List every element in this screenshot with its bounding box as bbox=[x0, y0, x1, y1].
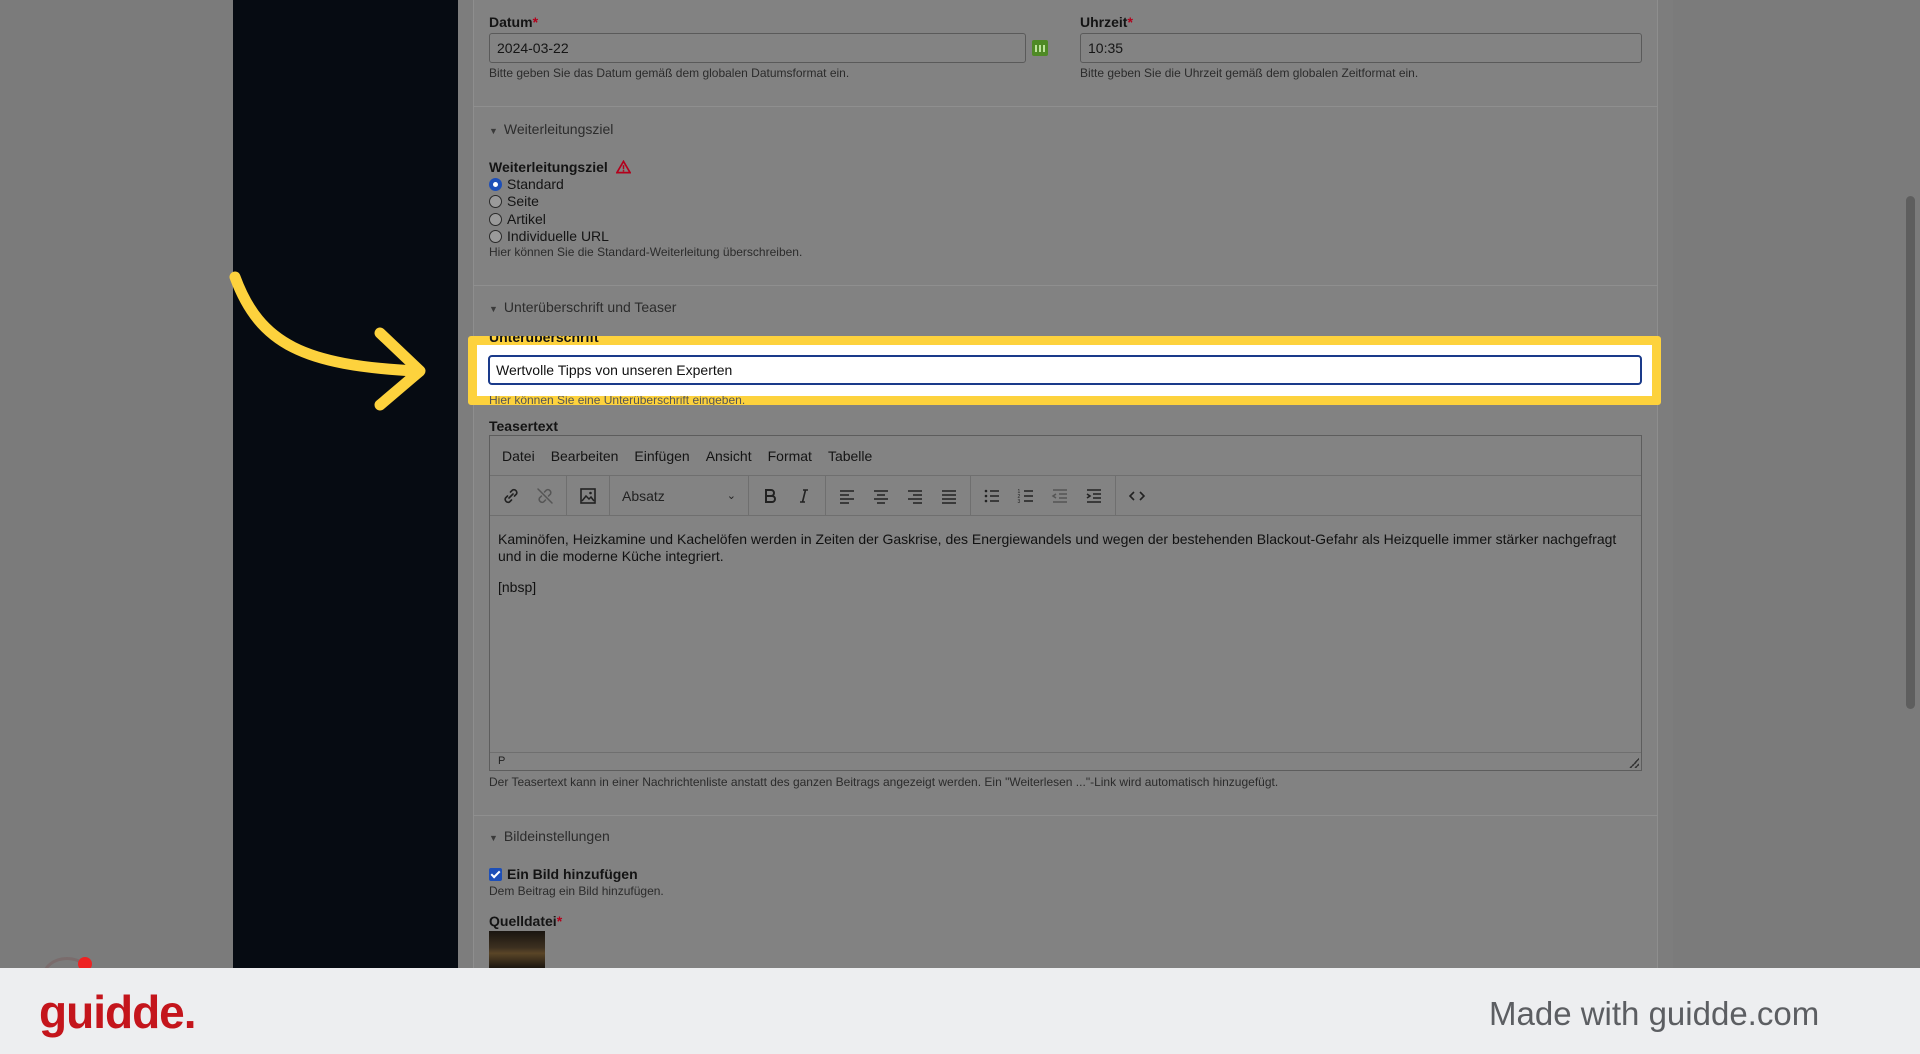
guidde-logo: guidde. bbox=[39, 986, 197, 1038]
radio-button-selected[interactable] bbox=[489, 177, 502, 191]
radio-individuelle-url[interactable]: Individuelle URL bbox=[489, 228, 609, 244]
toolbar-group-text bbox=[749, 476, 826, 515]
subheadline-input[interactable] bbox=[488, 355, 1642, 385]
subheadline-help-clip: Hier können Sie eine Unterüberschrift ei… bbox=[489, 396, 745, 405]
add-image-checkbox[interactable] bbox=[489, 867, 502, 881]
bullet-list-icon[interactable] bbox=[975, 480, 1009, 512]
radio-button[interactable] bbox=[489, 212, 502, 226]
divider bbox=[473, 285, 1658, 286]
image-legend[interactable]: ▼ Bildeinstellungen bbox=[489, 828, 610, 844]
align-center-icon[interactable] bbox=[864, 480, 898, 512]
made-with-text: Made with guidde.com bbox=[1489, 995, 1820, 1032]
collapse-triangle-icon: ▼ bbox=[489, 833, 498, 843]
add-image-help: Dem Beitrag ein Bild hinzufügen. bbox=[489, 884, 664, 898]
subheadline-help: Hier können Sie eine Unterüberschrift ei… bbox=[489, 396, 746, 405]
menu-format[interactable]: Format bbox=[768, 448, 812, 464]
numbered-list-icon[interactable]: 123 bbox=[1009, 480, 1043, 512]
svg-text:3: 3 bbox=[1018, 499, 1021, 505]
divider bbox=[473, 106, 1658, 107]
resize-handle-icon[interactable] bbox=[1629, 758, 1639, 768]
chevron-down-icon: ⌄ bbox=[726, 490, 736, 502]
toolbar-group-align bbox=[826, 476, 971, 515]
link-icon[interactable] bbox=[494, 480, 528, 512]
align-justify-icon[interactable] bbox=[932, 480, 966, 512]
dark-sidebar bbox=[233, 0, 458, 968]
radio-standard[interactable]: Standard bbox=[489, 176, 564, 192]
image-icon[interactable] bbox=[571, 480, 605, 512]
teaser-label: Teasertext bbox=[489, 418, 559, 434]
menu-einfuegen[interactable]: Einfügen bbox=[634, 448, 689, 464]
menu-datei[interactable]: Datei bbox=[502, 448, 535, 464]
subheadline-label: Unterüberschrift bbox=[489, 336, 599, 345]
redirect-help: Hier können Sie die Standard-Weiterleitu… bbox=[489, 245, 803, 259]
divider bbox=[473, 815, 1658, 816]
menu-ansicht[interactable]: Ansicht bbox=[706, 448, 752, 464]
time-label: Uhrzeit* bbox=[1080, 14, 1133, 30]
image-thumbnail[interactable] bbox=[489, 931, 545, 968]
radio-seite[interactable]: Seite bbox=[489, 193, 539, 209]
calendar-icon[interactable] bbox=[1032, 40, 1048, 56]
toolbar-group-format: Absatz ⌄ bbox=[610, 476, 749, 515]
time-input[interactable] bbox=[1080, 33, 1642, 63]
radio-button[interactable] bbox=[489, 229, 502, 243]
source-label: Quelldatei* bbox=[489, 913, 563, 929]
editor-menubar: Datei Bearbeiten Einfügen Ansicht Format… bbox=[490, 436, 1641, 476]
menu-bearbeiten[interactable]: Bearbeiten bbox=[551, 448, 619, 464]
indent-icon[interactable] bbox=[1077, 480, 1111, 512]
toolbar-group-image bbox=[567, 476, 610, 515]
align-left-icon[interactable] bbox=[830, 480, 864, 512]
unlink-icon[interactable] bbox=[528, 480, 562, 512]
teaser-help: Der Teasertext kann in einer Nachrichten… bbox=[489, 775, 1279, 789]
element-path[interactable]: P bbox=[498, 755, 505, 767]
teaser-editor[interactable]: Datei Bearbeiten Einfügen Ansicht Format… bbox=[489, 435, 1642, 771]
page-scrollbar[interactable] bbox=[1906, 196, 1915, 709]
outdent-icon[interactable] bbox=[1043, 480, 1077, 512]
subheadline-label-clip: Unterüberschrift bbox=[489, 336, 599, 345]
toolbar-group-links bbox=[490, 476, 567, 515]
pointer-arrow-icon bbox=[229, 271, 426, 411]
radio-button[interactable] bbox=[489, 194, 502, 208]
backdrop-right bbox=[1673, 0, 1920, 968]
collapse-triangle-icon: ▼ bbox=[489, 304, 498, 314]
editor-paragraph: Kaminöfen, Heizkamine und Kachelöfen wer… bbox=[498, 531, 1617, 564]
radio-artikel[interactable]: Artikel bbox=[489, 211, 546, 227]
editor-statusbar: P bbox=[490, 752, 1641, 770]
editor-toolbar: Absatz ⌄ 123 bbox=[490, 476, 1641, 516]
add-image-checkbox-row[interactable]: Ein Bild hinzufügen bbox=[489, 866, 638, 882]
italic-icon[interactable] bbox=[787, 480, 821, 512]
date-help: Bitte geben Sie das Datum gemäß dem glob… bbox=[489, 66, 850, 80]
redirect-legend[interactable]: ▼ Weiterleitungsziel bbox=[489, 121, 613, 137]
backdrop-left bbox=[0, 0, 233, 968]
date-input[interactable] bbox=[489, 33, 1026, 63]
warning-icon bbox=[615, 160, 631, 174]
menu-tabelle[interactable]: Tabelle bbox=[828, 448, 872, 464]
align-right-icon[interactable] bbox=[898, 480, 932, 512]
block-format-select[interactable]: Absatz ⌄ bbox=[614, 480, 744, 512]
toolbar-group-code bbox=[1116, 476, 1158, 515]
teaser-legend[interactable]: ▼ Unterüberschrift und Teaser bbox=[489, 299, 676, 315]
editor-nbsp-paragraph: [nbsp] bbox=[498, 579, 537, 595]
redirect-label: Weiterleitungsziel bbox=[489, 159, 631, 175]
toolbar-group-lists: 123 bbox=[971, 476, 1116, 515]
bold-icon[interactable] bbox=[753, 480, 787, 512]
time-help: Bitte geben Sie die Uhrzeit gemäß dem gl… bbox=[1080, 66, 1419, 80]
collapse-triangle-icon: ▼ bbox=[489, 126, 498, 136]
source-code-icon[interactable] bbox=[1120, 480, 1154, 512]
date-label: Datum* bbox=[489, 14, 539, 30]
editor-content[interactable]: Kaminöfen, Heizkamine und Kachelöfen wer… bbox=[490, 516, 1641, 754]
